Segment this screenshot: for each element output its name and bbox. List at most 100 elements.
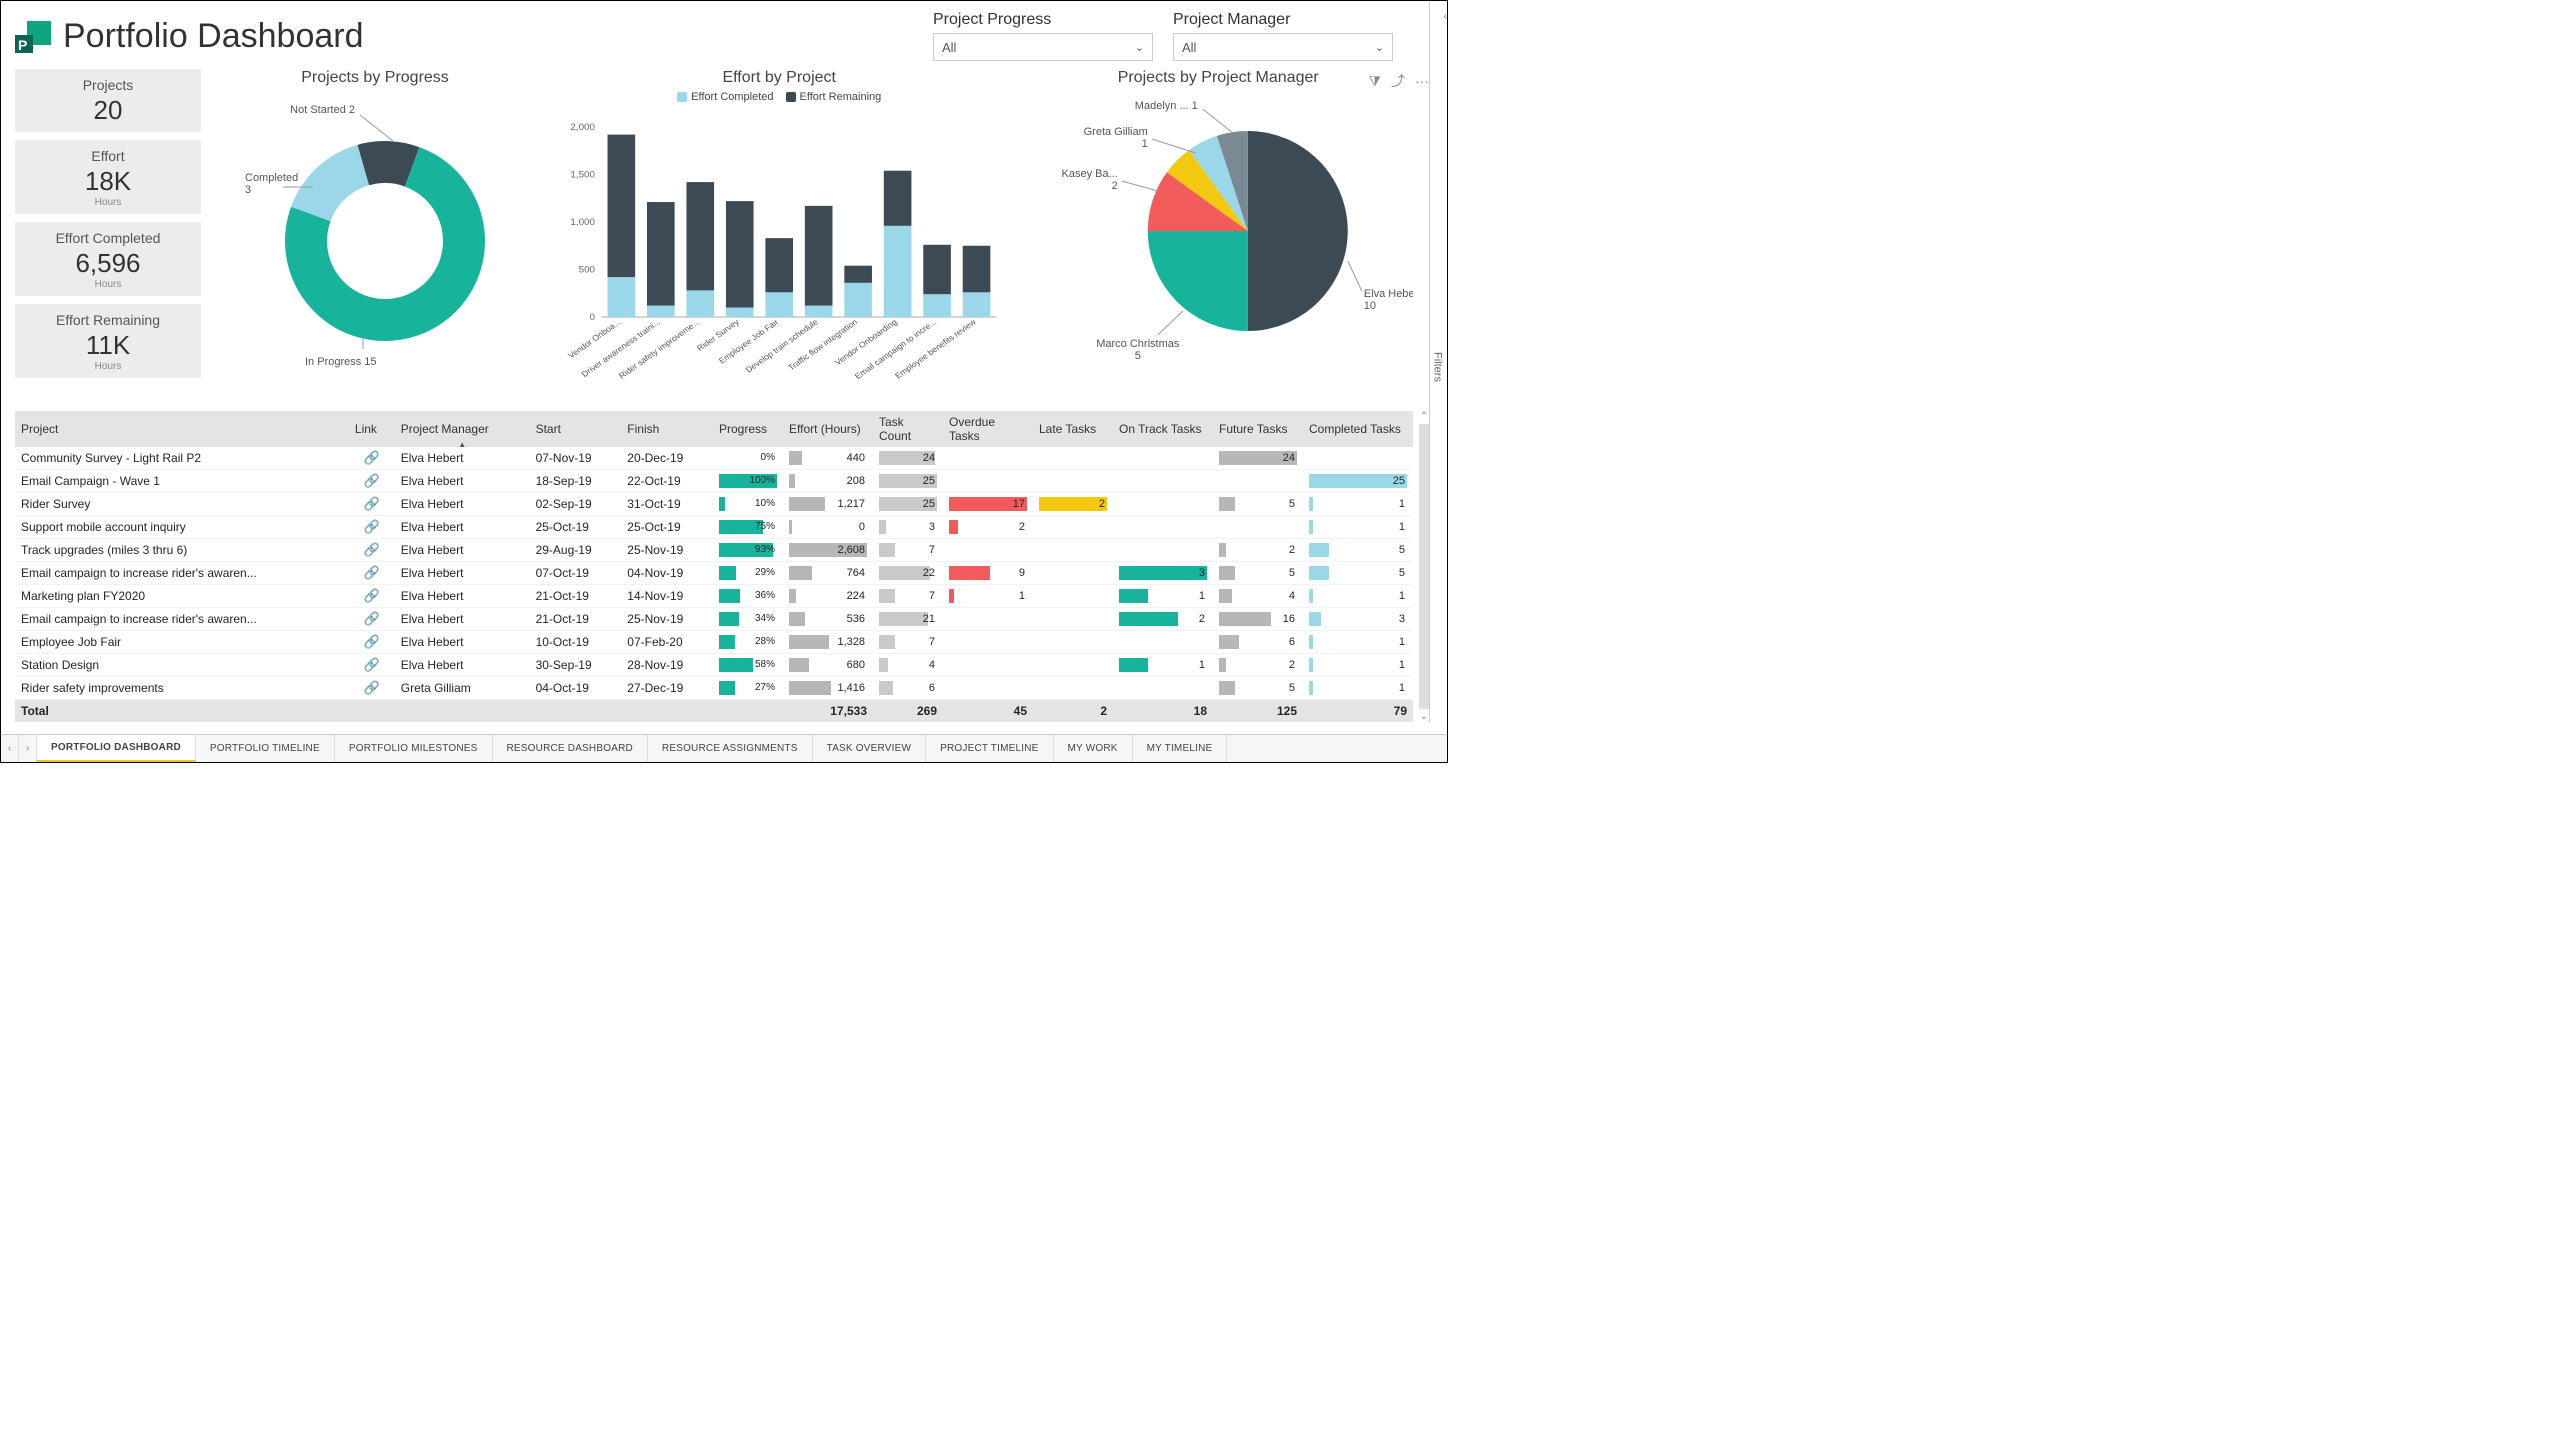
column-header[interactable]: Project: [15, 411, 349, 447]
kpi-card[interactable]: Effort 18K Hours: [15, 140, 201, 214]
page-tab[interactable]: PORTFOLIO TIMELINE: [196, 735, 335, 762]
cell-pm: Greta Gilliam: [395, 677, 530, 700]
column-header[interactable]: Effort (Hours): [783, 411, 873, 447]
column-header[interactable]: Link: [349, 411, 395, 447]
table-row[interactable]: Community Survey - Light Rail P2 🔗 Elva …: [15, 447, 1413, 470]
link-icon[interactable]: 🔗: [364, 473, 380, 488]
bar-segment[interactable]: [805, 306, 833, 317]
scroll-up-icon[interactable]: ⌃: [1420, 411, 1428, 422]
kpi-card[interactable]: Projects 20: [15, 69, 201, 132]
cell-link[interactable]: 🔗: [349, 654, 395, 677]
donut-visual[interactable]: Projects by Progress Not Started 2 Compl…: [215, 69, 535, 407]
project-table[interactable]: ProjectLinkProject ManagerStartFinishPro…: [15, 411, 1433, 722]
bar-segment[interactable]: [844, 283, 872, 317]
page-tab[interactable]: TASK OVERVIEW: [813, 735, 926, 762]
bar-segment[interactable]: [963, 292, 991, 317]
cell-link[interactable]: 🔗: [349, 447, 395, 470]
table-row[interactable]: Track upgrades (miles 3 thru 6) 🔗 Elva H…: [15, 539, 1413, 562]
pie-slice[interactable]: [1248, 131, 1348, 331]
pie-slice[interactable]: [1148, 231, 1248, 331]
column-header[interactable]: Start: [530, 411, 622, 447]
table-row[interactable]: Email campaign to increase rider's aware…: [15, 608, 1413, 631]
page-tab[interactable]: PORTFOLIO DASHBOARD: [37, 735, 196, 762]
bar-segment[interactable]: [647, 306, 675, 317]
bar-segment[interactable]: [726, 201, 754, 307]
cell-tasks: 3: [873, 516, 943, 539]
link-icon[interactable]: 🔗: [364, 611, 380, 626]
table-row[interactable]: Station Design 🔗 Elva Hebert 30-Sep-19 2…: [15, 654, 1413, 677]
donut-slice[interactable]: [291, 145, 369, 221]
link-icon[interactable]: 🔗: [364, 565, 380, 580]
link-icon[interactable]: 🔗: [364, 519, 380, 534]
legend-item[interactable]: Effort Completed: [677, 91, 773, 103]
bar-segment[interactable]: [686, 290, 714, 317]
column-header[interactable]: Completed Tasks: [1303, 411, 1413, 447]
table-row[interactable]: Rider safety improvements 🔗 Greta Gillia…: [15, 677, 1413, 700]
more-icon[interactable]: ···: [1415, 73, 1429, 89]
column-header[interactable]: Finish: [621, 411, 713, 447]
column-header[interactable]: Late Tasks: [1033, 411, 1113, 447]
cell-link[interactable]: 🔗: [349, 516, 395, 539]
cell-link[interactable]: 🔗: [349, 631, 395, 654]
bar-segment[interactable]: [608, 277, 636, 317]
export-icon[interactable]: ⤴: [1391, 71, 1405, 91]
cell-link[interactable]: 🔗: [349, 677, 395, 700]
table-row[interactable]: Marketing plan FY2020 🔗 Elva Hebert 21-O…: [15, 585, 1413, 608]
bar-segment[interactable]: [923, 294, 951, 317]
column-header[interactable]: Future Tasks: [1213, 411, 1303, 447]
legend-item[interactable]: Effort Remaining: [786, 91, 882, 103]
table-row[interactable]: Rider Survey 🔗 Elva Hebert 02-Sep-19 31-…: [15, 493, 1413, 516]
bar-segment[interactable]: [765, 238, 793, 292]
page-tab[interactable]: MY TIMELINE: [1133, 735, 1228, 762]
link-icon[interactable]: 🔗: [364, 634, 380, 649]
cell-link[interactable]: 🔗: [349, 608, 395, 631]
page-tab[interactable]: PROJECT TIMELINE: [926, 735, 1053, 762]
link-icon[interactable]: 🔗: [364, 657, 380, 672]
tab-prev[interactable]: ‹: [1, 735, 19, 762]
tab-next[interactable]: ›: [19, 735, 37, 762]
page-tab[interactable]: MY WORK: [1054, 735, 1133, 762]
column-header[interactable]: On Track Tasks: [1113, 411, 1213, 447]
page-tab[interactable]: RESOURCE DASHBOARD: [493, 735, 648, 762]
column-header[interactable]: Task Count: [873, 411, 943, 447]
cell-link[interactable]: 🔗: [349, 493, 395, 516]
page-tab[interactable]: RESOURCE ASSIGNMENTS: [648, 735, 813, 762]
kpi-card[interactable]: Effort Completed 6,596 Hours: [15, 222, 201, 296]
link-icon[interactable]: 🔗: [364, 588, 380, 603]
bar-segment[interactable]: [844, 266, 872, 283]
bar-segment[interactable]: [765, 292, 793, 317]
bar-segment[interactable]: [647, 202, 675, 306]
bar-segment[interactable]: [805, 206, 833, 306]
table-row[interactable]: Email Campaign - Wave 1 🔗 Elva Hebert 18…: [15, 470, 1413, 493]
table-row[interactable]: Email campaign to increase rider's aware…: [15, 562, 1413, 585]
bar-segment[interactable]: [726, 308, 754, 318]
cell-link[interactable]: 🔗: [349, 585, 395, 608]
bar-segment[interactable]: [608, 135, 636, 278]
kpi-card[interactable]: Effort Remaining 11K Hours: [15, 304, 201, 378]
column-header[interactable]: Overdue Tasks: [943, 411, 1033, 447]
table-scrollbar[interactable]: ⌃ ⌄: [1417, 411, 1431, 722]
slicer-dropdown[interactable]: All ⌄: [933, 33, 1153, 61]
filter-icon[interactable]: ⧩: [1369, 73, 1382, 90]
cell-link[interactable]: 🔗: [349, 470, 395, 493]
table-row[interactable]: Support mobile account inquiry 🔗 Elva He…: [15, 516, 1413, 539]
slicer-dropdown[interactable]: All ⌄: [1173, 33, 1393, 61]
bar-segment[interactable]: [963, 246, 991, 293]
link-icon[interactable]: 🔗: [364, 496, 380, 511]
bar-segment[interactable]: [923, 245, 951, 294]
scroll-down-icon[interactable]: ⌄: [1420, 711, 1428, 722]
link-icon[interactable]: 🔗: [364, 450, 380, 465]
bar-segment[interactable]: [884, 226, 912, 317]
bar-visual[interactable]: Effort by Project Effort CompletedEffort…: [549, 69, 1009, 407]
pie-visual[interactable]: Projects by Project Manager Madelyn ... …: [1023, 69, 1413, 407]
column-header[interactable]: Project Manager: [395, 411, 530, 447]
link-icon[interactable]: 🔗: [364, 680, 380, 695]
cell-link[interactable]: 🔗: [349, 562, 395, 585]
cell-link[interactable]: 🔗: [349, 539, 395, 562]
page-tab[interactable]: PORTFOLIO MILESTONES: [335, 735, 493, 762]
bar-segment[interactable]: [686, 182, 714, 290]
bar-segment[interactable]: [884, 171, 912, 226]
column-header[interactable]: Progress: [713, 411, 783, 447]
link-icon[interactable]: 🔗: [364, 542, 380, 557]
table-row[interactable]: Employee Job Fair 🔗 Elva Hebert 10-Oct-1…: [15, 631, 1413, 654]
